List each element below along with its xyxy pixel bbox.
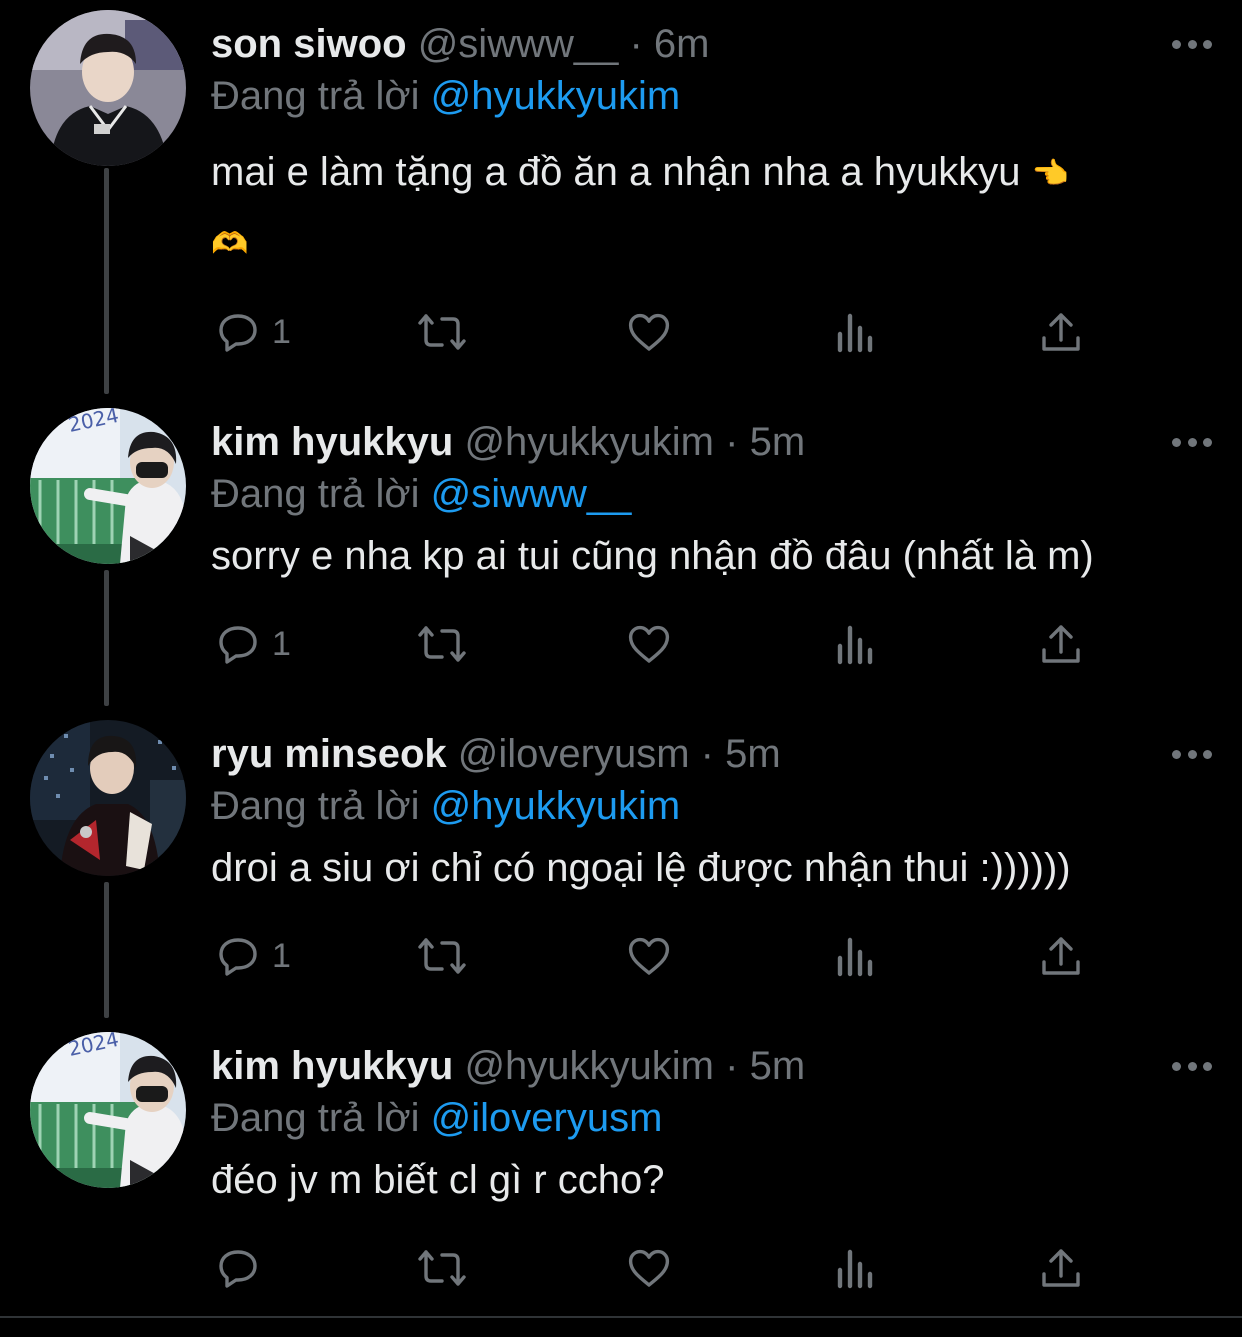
tweet-text: sorry e nha kp ai tui cũng nhận đồ đâu (… — [211, 522, 1201, 590]
reply-button[interactable]: 1 — [214, 926, 291, 986]
views-icon — [837, 313, 873, 353]
action-bar: 1 — [0, 614, 1242, 674]
replying-to: Đang trả lời @siwww__ — [211, 468, 631, 520]
share-icon — [1042, 1249, 1080, 1287]
divider — [0, 1316, 1242, 1318]
reply-icon — [219, 626, 257, 664]
like-button[interactable] — [625, 302, 673, 362]
timestamp[interactable]: 5m — [750, 1044, 806, 1088]
reply-icon — [219, 1250, 257, 1288]
tweet-text-body: droi a siu ơi chỉ có ngoại lệ được nhận … — [211, 846, 1071, 890]
mention-link[interactable]: @siwww__ — [431, 472, 632, 516]
separator-dot: · — [725, 1044, 750, 1088]
tweet-text: đéo jv m biết cl gì r ccho? — [211, 1146, 1201, 1214]
share-button[interactable] — [1038, 926, 1084, 986]
timestamp[interactable]: 5m — [750, 420, 806, 464]
reply-icon — [219, 314, 257, 352]
handle[interactable]: @siwww__ — [418, 22, 619, 66]
separator-dot: · — [629, 22, 654, 66]
share-icon — [1042, 625, 1080, 663]
replying-to-label: Đang trả lời — [211, 1096, 420, 1140]
mention-link[interactable]: @hyukkyukim — [431, 74, 681, 118]
heart-hands-emoji: 🫶 — [211, 227, 249, 261]
retweet-icon — [418, 938, 466, 974]
like-icon — [628, 625, 670, 663]
action-bar — [0, 1238, 1242, 1298]
handle[interactable]: @hyukkyukim — [464, 1044, 714, 1088]
action-bar: 1 — [0, 302, 1242, 362]
replying-to: Đang trả lời @hyukkyukim — [211, 70, 680, 122]
replying-to-label: Đang trả lời — [211, 74, 420, 118]
mention-link[interactable]: @hyukkyukim — [431, 784, 681, 828]
share-icon — [1042, 313, 1080, 351]
retweet-button[interactable] — [416, 1238, 468, 1298]
views-button[interactable] — [834, 1238, 878, 1298]
display-name[interactable]: ryu minseok — [211, 732, 447, 776]
more-icon[interactable] — [1172, 430, 1212, 454]
retweet-button[interactable] — [416, 614, 468, 674]
reply-button[interactable] — [214, 1238, 262, 1298]
handle[interactable]: @iloveryusm — [458, 732, 690, 776]
more-icon[interactable] — [1172, 742, 1212, 766]
avatar[interactable] — [30, 720, 186, 876]
like-icon — [628, 1249, 670, 1287]
reply-count: 1 — [272, 936, 291, 975]
display-name[interactable]: kim hyukkyu — [211, 420, 453, 464]
reply-count: 1 — [272, 312, 291, 351]
retweet-button[interactable] — [416, 302, 468, 362]
replying-to: Đang trả lời @iloveryusm — [211, 1092, 662, 1144]
handle[interactable]: @hyukkyukim — [464, 420, 714, 464]
share-button[interactable] — [1038, 614, 1084, 674]
avatar[interactable] — [30, 10, 186, 166]
retweet-button[interactable] — [416, 926, 468, 986]
like-button[interactable] — [625, 1238, 673, 1298]
replying-to: Đang trả lời @hyukkyukim — [211, 780, 680, 832]
tweet-header: kim hyukkyu @hyukkyukim · 5m — [211, 416, 805, 468]
avatar[interactable]: 2024 — [30, 408, 186, 564]
reply-count: 1 — [272, 624, 291, 663]
reply-button[interactable]: 1 — [214, 614, 291, 674]
tweet-header: kim hyukkyu @hyukkyukim · 5m — [211, 1040, 805, 1092]
pointing-hand-emoji: 👈 — [1031, 157, 1069, 191]
tweet-text-body: đéo jv m biết cl gì r ccho? — [211, 1158, 665, 1202]
reply-button[interactable]: 1 — [214, 302, 291, 362]
views-icon — [837, 937, 873, 977]
more-icon[interactable] — [1172, 32, 1212, 56]
like-button[interactable] — [625, 926, 673, 986]
avatar[interactable]: 2024 — [30, 1032, 186, 1188]
like-icon — [628, 313, 670, 351]
share-icon — [1042, 937, 1080, 975]
timestamp[interactable]: 6m — [654, 22, 710, 66]
views-button[interactable] — [834, 926, 878, 986]
separator-dot: · — [725, 420, 750, 464]
reply-icon — [219, 938, 257, 976]
share-button[interactable] — [1038, 302, 1084, 362]
like-icon — [628, 937, 670, 975]
views-button[interactable] — [834, 614, 878, 674]
tweet-text: droi a siu ơi chỉ có ngoại lệ được nhận … — [211, 834, 1201, 902]
views-icon — [837, 625, 873, 665]
more-icon[interactable] — [1172, 1054, 1212, 1078]
views-icon — [837, 1249, 873, 1289]
share-button[interactable] — [1038, 1238, 1084, 1298]
tweet-header: ryu minseok @iloveryusm · 5m — [211, 728, 781, 780]
tweet-text: mai e làm tặng a đồ ăn a nhận nha a hyuk… — [211, 138, 1201, 279]
like-button[interactable] — [625, 614, 673, 674]
tweet-text-body: mai e làm tặng a đồ ăn a nhận nha a hyuk… — [211, 150, 1021, 194]
display-name[interactable]: son siwoo — [211, 22, 407, 66]
replying-to-label: Đang trả lời — [211, 784, 420, 828]
separator-dot: · — [700, 732, 726, 776]
tweet-text-body: sorry e nha kp ai tui cũng nhận đồ đâu (… — [211, 534, 1094, 578]
replying-to-label: Đang trả lời — [211, 472, 420, 516]
retweet-icon — [418, 626, 466, 662]
retweet-icon — [418, 1250, 466, 1286]
timestamp[interactable]: 5m — [725, 732, 781, 776]
retweet-icon — [418, 314, 466, 350]
tweet-header: son siwoo @siwww__ · 6m — [211, 18, 710, 70]
views-button[interactable] — [834, 302, 878, 362]
display-name[interactable]: kim hyukkyu — [211, 1044, 453, 1088]
mention-link[interactable]: @iloveryusm — [431, 1096, 663, 1140]
action-bar: 1 — [0, 926, 1242, 986]
